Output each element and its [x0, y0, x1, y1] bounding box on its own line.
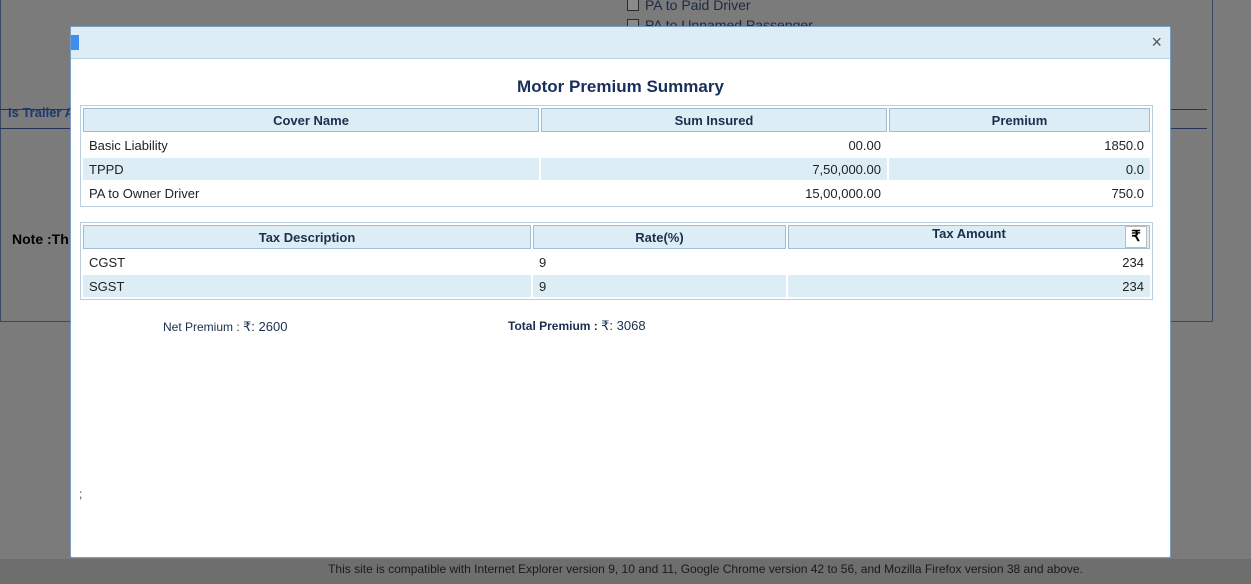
rate-cell: 9 [533, 275, 786, 297]
tax-amount-label: Tax Amount [932, 226, 1006, 241]
checkbox-icon [627, 0, 639, 11]
tax-description-cell: CGST [89, 254, 126, 270]
compatibility-text: This site is compatible with Internet Ex… [328, 562, 1083, 576]
dialog-header: × [71, 27, 1170, 59]
dialog-title: Motor Premium Summary [517, 77, 724, 96]
trailing-text: ; [79, 487, 83, 501]
cover-name-cell: Basic Liability [89, 137, 168, 153]
sum-insured-cell: 15,00,000.00 [805, 185, 881, 201]
column-header-cover-name: Cover Name [83, 108, 539, 132]
bg-checkbox-paid-driver: PA to Paid Driver [627, 0, 751, 13]
table-row: TPPD 7,50,000.00 0.0 [83, 158, 1150, 180]
tax-amount-cell: 234 [788, 275, 1150, 297]
total-premium: Total Premium : ₹: 3068 [508, 318, 646, 334]
column-header-tax-description: Tax Description [83, 225, 531, 249]
table-row: Basic Liability 00.00 1850.0 [83, 134, 1150, 156]
table-row: CGST 9 234 [83, 251, 1150, 273]
total-premium-label: Total Premium : [508, 319, 598, 333]
total-premium-value: ₹: 3068 [601, 318, 646, 333]
sum-insured-cell: 00.00 [848, 137, 881, 153]
focus-marker [71, 35, 79, 50]
rate-cell: 9 [539, 254, 547, 270]
column-header-premium: Premium [889, 108, 1150, 132]
net-premium-value: ₹: 2600 [243, 319, 288, 334]
table-row: PA to Owner Driver 15,00,000.00 750.0 [83, 182, 1150, 204]
cover-table: Cover Name Sum Insured Premium Basic Lia… [80, 105, 1153, 207]
premium-cell: 0.0 [889, 158, 1150, 180]
net-premium-label: Net Premium : [163, 320, 240, 334]
sum-insured-cell: 7,50,000.00 [541, 158, 887, 180]
column-header-rate: Rate(%) [533, 225, 786, 249]
net-premium: Net Premium : ₹: 2600 [163, 319, 287, 335]
tax-description-cell: SGST [83, 275, 531, 297]
premium-summary-dialog: × Motor Premium Summary Cover Name Sum I… [70, 26, 1171, 558]
close-icon[interactable]: × [1151, 32, 1162, 52]
tax-amount-cell: 234 [1122, 254, 1144, 270]
bg-note-label: Note :Th [12, 231, 69, 247]
column-header-tax-amount: ₹ Tax Amount [788, 225, 1150, 249]
cover-name-cell: TPPD [83, 158, 539, 180]
column-header-sum-insured: Sum Insured [541, 108, 887, 132]
site-footer: This site is compatible with Internet Ex… [0, 559, 1251, 584]
premium-cell: 750.0 [1111, 185, 1144, 201]
rupee-icon[interactable]: ₹ [1125, 226, 1147, 248]
table-row: SGST 9 234 [83, 275, 1150, 297]
bg-trailer-label: Is Trailer A [8, 105, 74, 120]
cover-name-cell: PA to Owner Driver [89, 185, 200, 201]
tax-table: Tax Description Rate(%) ₹ Tax Amount CGS… [80, 222, 1153, 300]
premium-cell: 1850.0 [1104, 137, 1144, 153]
